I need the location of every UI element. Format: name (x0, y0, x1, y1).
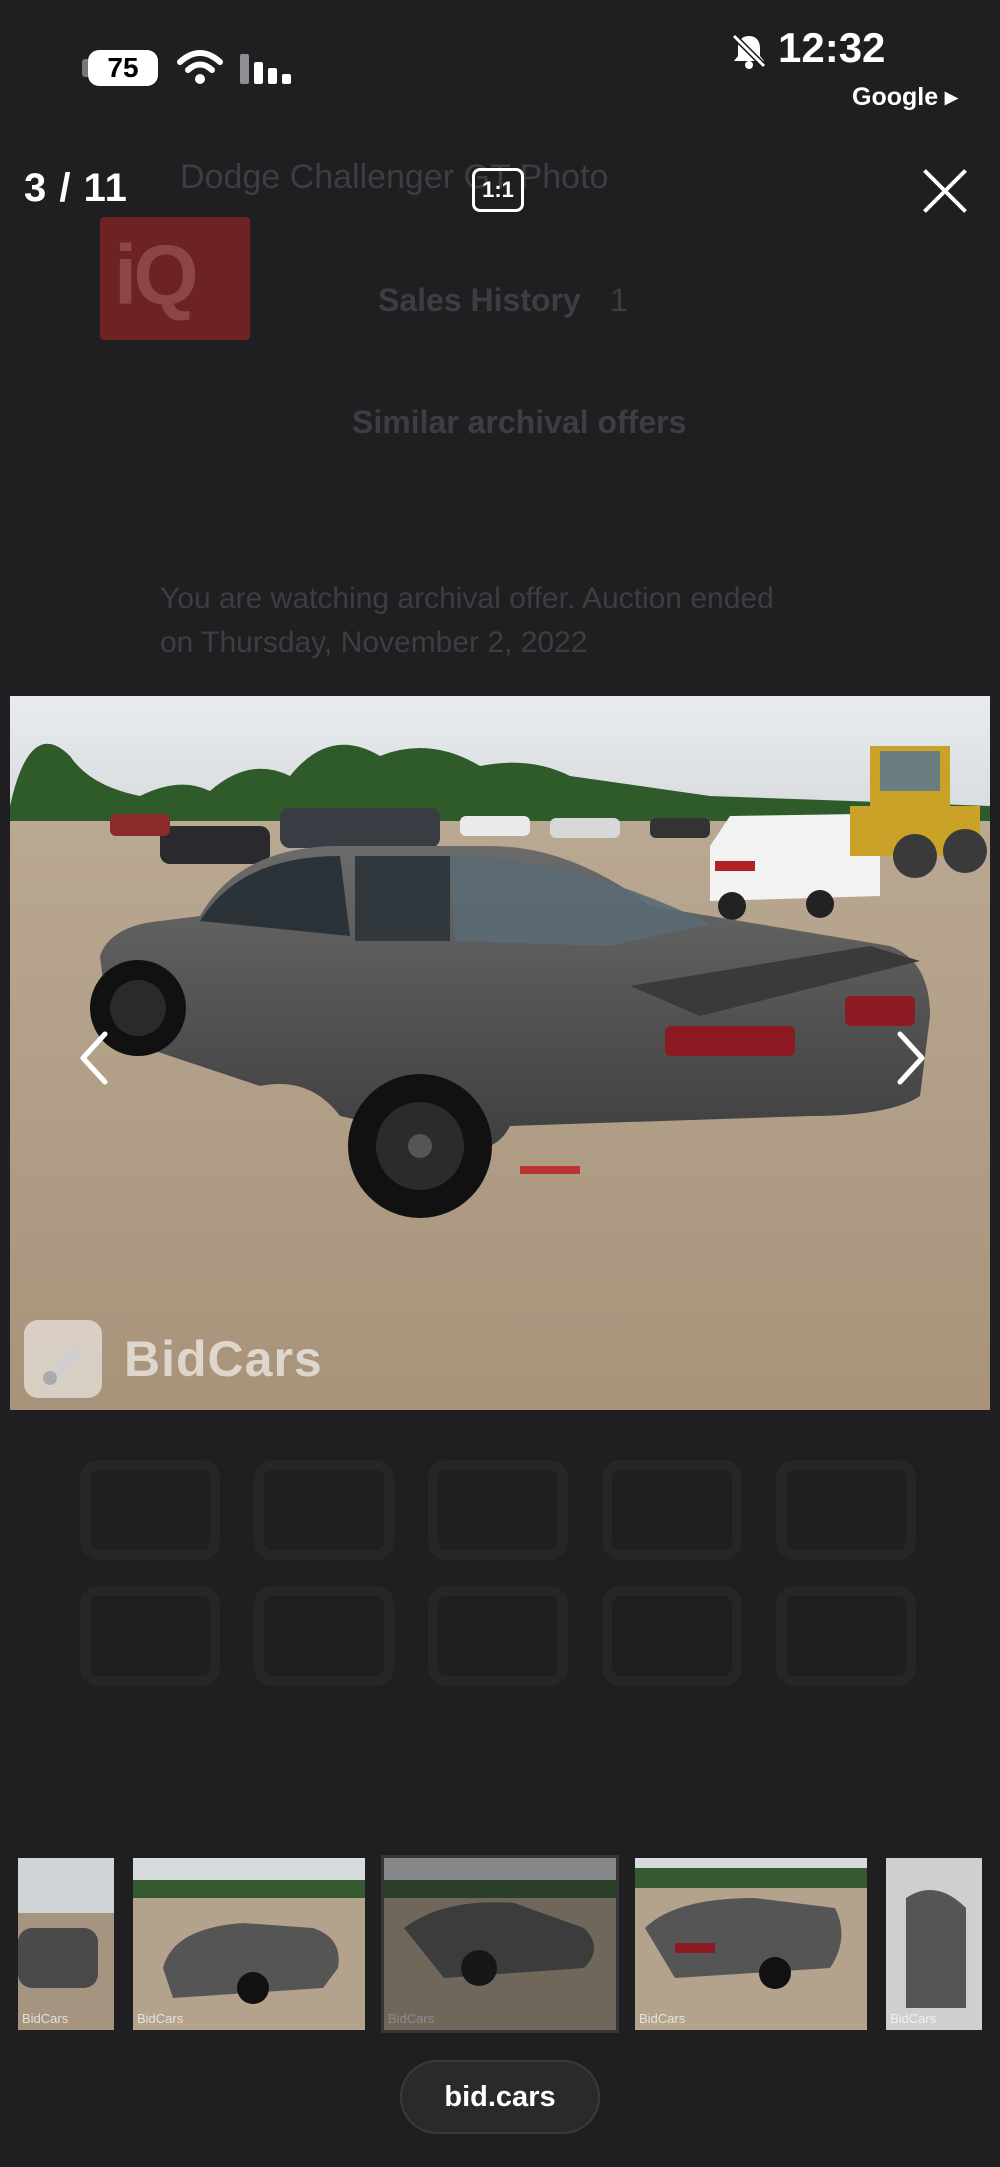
similar-offers-label: Similar archival offers (352, 404, 687, 440)
back-to-app-link[interactable]: Google ▸ (852, 82, 958, 112)
actual-size-button[interactable]: 1:1 (472, 168, 524, 212)
thumbnail-5[interactable]: BidCars (886, 1858, 982, 2030)
bg-header-text: Dodge Challenger GT Photo (180, 158, 609, 196)
bg-icons-row-1 (80, 1460, 916, 1560)
status-bar: 75 12:32 Google ▸ (0, 0, 1000, 120)
thumbnail-2[interactable]: BidCars (133, 1858, 365, 2030)
battery-indicator: 75 (82, 50, 158, 86)
silent-bell-icon (731, 33, 767, 69)
archival-date: on Thursday, November 2, 2022 (160, 626, 588, 659)
bidcars-watermark: BidCars (24, 1320, 323, 1398)
thumbnail-3[interactable]: BidCars (381, 1855, 619, 2033)
image-counter: 3 / 11 (24, 166, 128, 210)
clock: 12:32 (778, 24, 886, 71)
car-photo-illustration (10, 696, 990, 1410)
archival-notice: You are watching archival offer. Auction… (160, 582, 774, 615)
thumbnail-strip[interactable]: BidCars BidCars BidCars BidCars BidCars (0, 1855, 1000, 2033)
next-image-arrow[interactable] (890, 1028, 930, 1088)
wifi-icon (177, 50, 223, 84)
watermark-text: BidCars (124, 1331, 323, 1387)
bidcars-logo-icon (24, 1320, 102, 1398)
signal-icon (240, 52, 292, 84)
iq-logo: iQ (100, 217, 250, 340)
thumbnail-1[interactable]: BidCars (18, 1858, 114, 2030)
previous-image-arrow[interactable] (75, 1028, 115, 1088)
sales-history-count: 1 (610, 282, 628, 318)
close-icon[interactable] (922, 168, 968, 214)
browser-url-pill[interactable]: bid.cars (400, 2060, 600, 2134)
main-photo[interactable]: BidCars (10, 696, 990, 1410)
bg-icons-row-2 (80, 1586, 916, 1686)
sales-history-label: Sales History (378, 282, 581, 318)
thumbnail-4[interactable]: BidCars (635, 1858, 867, 2030)
